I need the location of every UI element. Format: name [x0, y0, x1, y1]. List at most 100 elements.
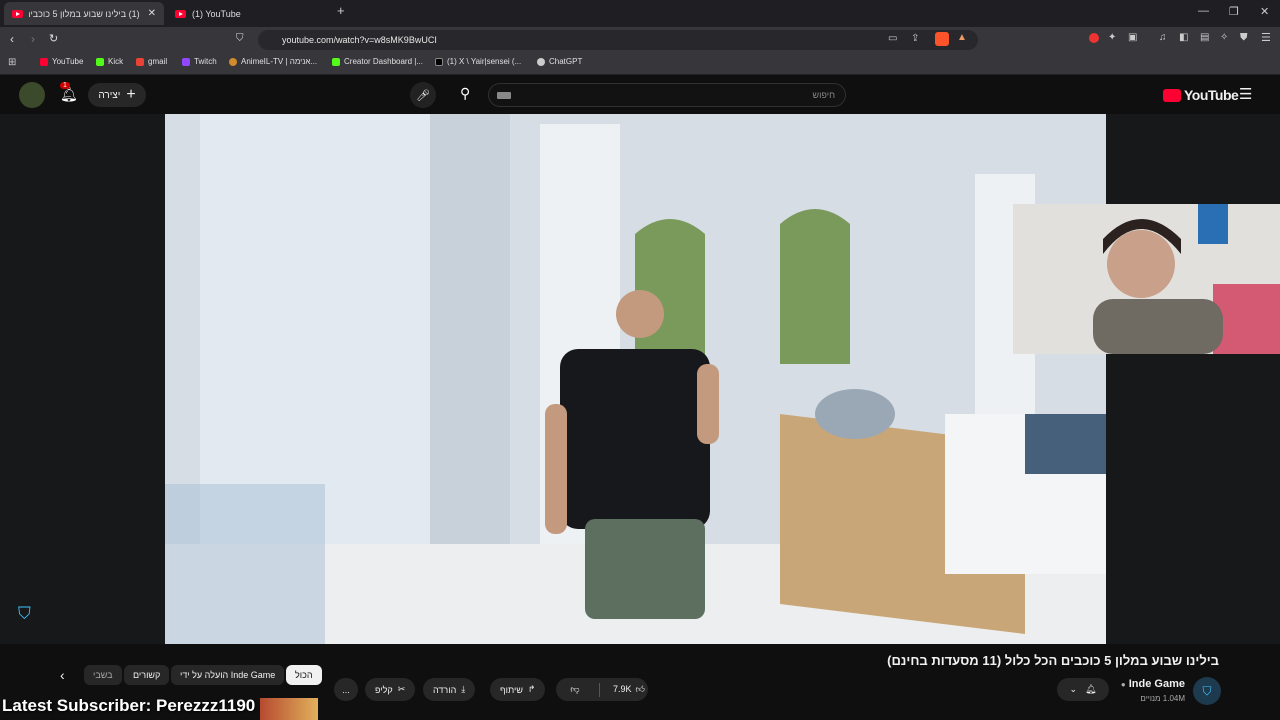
clip-button[interactable]: קליפ ✂ [365, 678, 416, 701]
youtube-logo-icon [1163, 88, 1181, 102]
bookmark-icon[interactable]: ⛉ [236, 33, 244, 44]
scissors-icon: ✂ [397, 684, 406, 694]
video-frame [165, 114, 1106, 644]
video-player-area: ⛉ [0, 114, 1280, 644]
tab-video[interactable]: (1) בילינו שבוע במלון 5 כוכבים ה ✕ [4, 2, 164, 25]
like-dislike-group: 👎︎ 7.9K 👍︎ [556, 678, 648, 701]
youtube-favicon-icon [175, 9, 186, 18]
bookmark-label: Kick [108, 57, 124, 66]
share-page-icon[interactable]: ⇪ [911, 33, 919, 44]
bookmark-label: (1) X \ Yair|sensei (... [447, 57, 522, 66]
bookmarks-bar: ⊞ YouTube Kick gmail Twitch AnimeIL-TV |… [0, 53, 1280, 75]
bookmark-creator-dashboard[interactable]: Creator Dashboard |... [332, 57, 423, 66]
reload-icon[interactable]: ↻ [49, 32, 58, 45]
sidebar-icon[interactable]: ◧ [1179, 32, 1188, 43]
close-window-icon[interactable]: ✕ [1260, 5, 1269, 18]
youtube-logo[interactable]: YouTube [1163, 87, 1239, 103]
browser-tab-bar: (1) בילינו שבוע במלון 5 כוכבים ה ✕ (1) Y… [0, 0, 1280, 27]
bookmark-chatgpt[interactable]: ChatGPT [537, 57, 582, 66]
close-icon[interactable]: ✕ [148, 8, 156, 19]
chevron-left-icon[interactable]: ‹ [60, 667, 65, 683]
cast-icon[interactable]: ▭ [888, 33, 897, 44]
tab-youtube[interactable]: (1) YouTube [167, 2, 327, 25]
menu-icon[interactable]: ☰ [1261, 31, 1271, 44]
youtube-favicon-icon [12, 9, 23, 18]
youtube-header: 🔔︎ 1 יצירה + 🎤︎ ⚲ חיפוש YouTube ☰ [0, 76, 1280, 114]
webcam-overlay [1013, 204, 1280, 354]
dislike-button[interactable]: 👎︎ [556, 684, 594, 695]
plus-icon: + [126, 86, 136, 103]
bookmark-label: ChatGPT [549, 57, 583, 66]
tab-title: (1) YouTube [192, 8, 241, 19]
youtube-icon [40, 57, 48, 66]
bookmark-label: AnimeIL-TV | אנימה... [241, 57, 318, 66]
kick-icon [96, 57, 104, 66]
bookmark-gmail[interactable]: gmail [136, 57, 167, 66]
thumbs-down-icon: 👎︎ [570, 684, 580, 694]
search-icon[interactable]: ⚲ [460, 85, 470, 102]
url-field[interactable]: youtube.com/watch?v=w8sMK9BwUCI [258, 30, 978, 50]
forward-icon[interactable]: › [31, 32, 35, 46]
bookmark-x[interactable]: (1) X \ Yair|sensei (... [435, 57, 521, 66]
extension-record-icon[interactable] [1089, 33, 1099, 43]
video-title: בילינו שבוע במלון 5 כוכבים הכל כלול (11 … [887, 653, 1219, 668]
more-actions-button[interactable]: ... [334, 678, 358, 701]
subscriber-count: 1.04M מנויים [1140, 694, 1185, 703]
channel-avatar[interactable]: ⛉ [1193, 677, 1221, 705]
voice-search-button[interactable]: 🎤︎ [410, 82, 436, 108]
bookmark-label: gmail [148, 57, 168, 66]
bookmark-twitch[interactable]: Twitch [182, 57, 217, 66]
rewards-icon[interactable]: ▲ [957, 32, 967, 43]
logo-text: YouTube [1184, 87, 1239, 103]
chevron-down-icon: ⌄ [1069, 684, 1078, 694]
brave-shield-icon[interactable] [935, 32, 949, 46]
channel-name-row[interactable]: ● Inde Game [1121, 678, 1185, 690]
x-icon [435, 57, 443, 66]
apps-grid-icon[interactable]: ⊞ [8, 57, 16, 68]
download-label: הורדה [433, 684, 457, 695]
chip-all[interactable]: הכול [286, 665, 322, 685]
notification-badge: 1 [60, 82, 70, 89]
video-player[interactable] [165, 114, 1106, 644]
more-icon: ... [342, 684, 350, 695]
share-icon: ↱ [527, 684, 536, 694]
bookmark-animeil[interactable]: AnimeIL-TV | אנימה... [229, 57, 317, 66]
back-icon[interactable]: ‹ [10, 32, 14, 46]
music-icon[interactable]: ♫ [1159, 32, 1167, 43]
create-button[interactable]: יצירה + [88, 83, 146, 107]
leo-icon[interactable]: ✧ [1220, 32, 1228, 43]
kick-icon [332, 57, 340, 66]
microphone-icon: 🎤︎ [416, 89, 430, 102]
search-placeholder: חיפוש [812, 90, 835, 100]
divider [599, 682, 600, 697]
twitch-icon [182, 57, 190, 66]
clip-label: קליפ [375, 684, 393, 695]
bell-icon: 🔔︎ [1085, 684, 1097, 694]
avatar[interactable] [19, 82, 45, 108]
hamburger-menu-icon[interactable]: ☰ [1239, 85, 1252, 103]
restore-icon[interactable]: ❐ [1229, 5, 1239, 18]
subscription-bell-button[interactable]: ⌄ 🔔︎ [1057, 678, 1109, 701]
screenshot-icon[interactable]: ▣ [1128, 32, 1137, 43]
bookmark-kick[interactable]: Kick [96, 57, 123, 66]
like-button[interactable]: 7.9K 👍︎ [605, 684, 645, 695]
recommended-thumbnail[interactable] [260, 698, 318, 720]
download-button[interactable]: הורדה ⤓ [423, 678, 476, 701]
chatgpt-icon [537, 57, 545, 66]
bookmark-youtube[interactable]: YouTube [40, 57, 83, 66]
vpn-icon[interactable]: ⛊ [1240, 32, 1248, 43]
share-button[interactable]: שיתוף ↱ [490, 678, 546, 701]
verified-icon: ● [1120, 679, 1126, 689]
chip-related[interactable]: קשורים [124, 665, 170, 685]
extension-basket-icon[interactable]: ⛉ [18, 604, 31, 624]
extensions-icon[interactable]: ✦ [1108, 32, 1116, 43]
minimize-icon[interactable]: — [1198, 5, 1209, 17]
chip-captivity[interactable]: בשבי [84, 665, 122, 685]
keyboard-icon[interactable] [497, 92, 511, 99]
new-tab-button[interactable]: + [337, 3, 345, 18]
search-input[interactable]: חיפוש [488, 83, 846, 107]
wallet-icon[interactable]: ▤ [1200, 32, 1209, 43]
anime-icon [229, 57, 237, 66]
chip-uploaded-by[interactable]: הועלה על ידי Inde Game [171, 665, 285, 685]
webcam-frame [1013, 204, 1280, 354]
